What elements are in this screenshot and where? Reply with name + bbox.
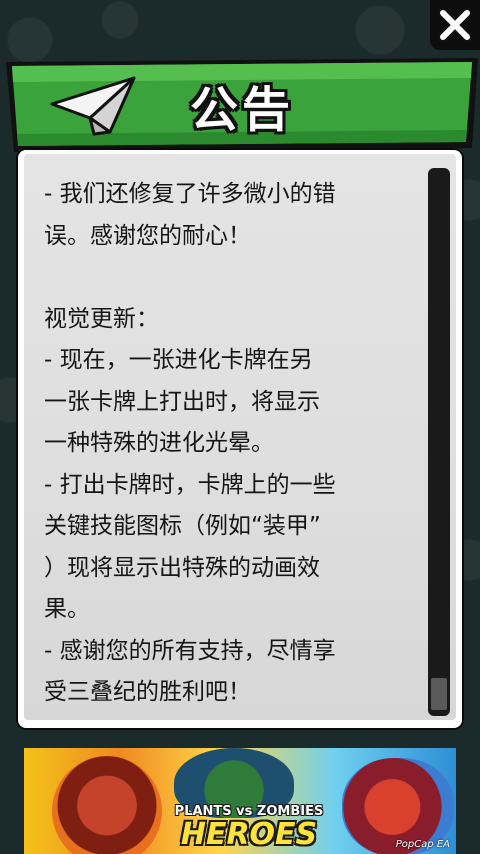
ad-publisher: PopCap EA — [395, 839, 450, 850]
header-banner: 公告 — [6, 56, 478, 152]
close-icon — [438, 8, 472, 42]
ad-banner[interactable]: PLANTS vs ZOMBIES HEROES PopCap EA — [24, 748, 456, 854]
ad-logo: PLANTS vs ZOMBIES HEROES — [174, 804, 324, 851]
notice-scroll-area[interactable]: - 我们还修复了许多微小的错 误。感谢您的耐心！ 视觉更新： - 现在，一张进化… — [24, 154, 456, 720]
ad-logo-line2: HEROES — [180, 817, 318, 852]
close-button[interactable] — [430, 0, 480, 50]
scroll-thumb[interactable] — [431, 678, 447, 710]
scrollbar[interactable] — [428, 168, 450, 716]
page-title: 公告 — [189, 82, 294, 138]
notice-text: - 我们还修复了许多微小的错 误。感谢您的耐心！ 视觉更新： - 现在，一张进化… — [44, 181, 336, 705]
notice-panel: - 我们还修复了许多微小的错 误。感谢您的耐心！ 视觉更新： - 现在，一张进化… — [18, 150, 462, 728]
hero-character-left — [52, 756, 162, 854]
